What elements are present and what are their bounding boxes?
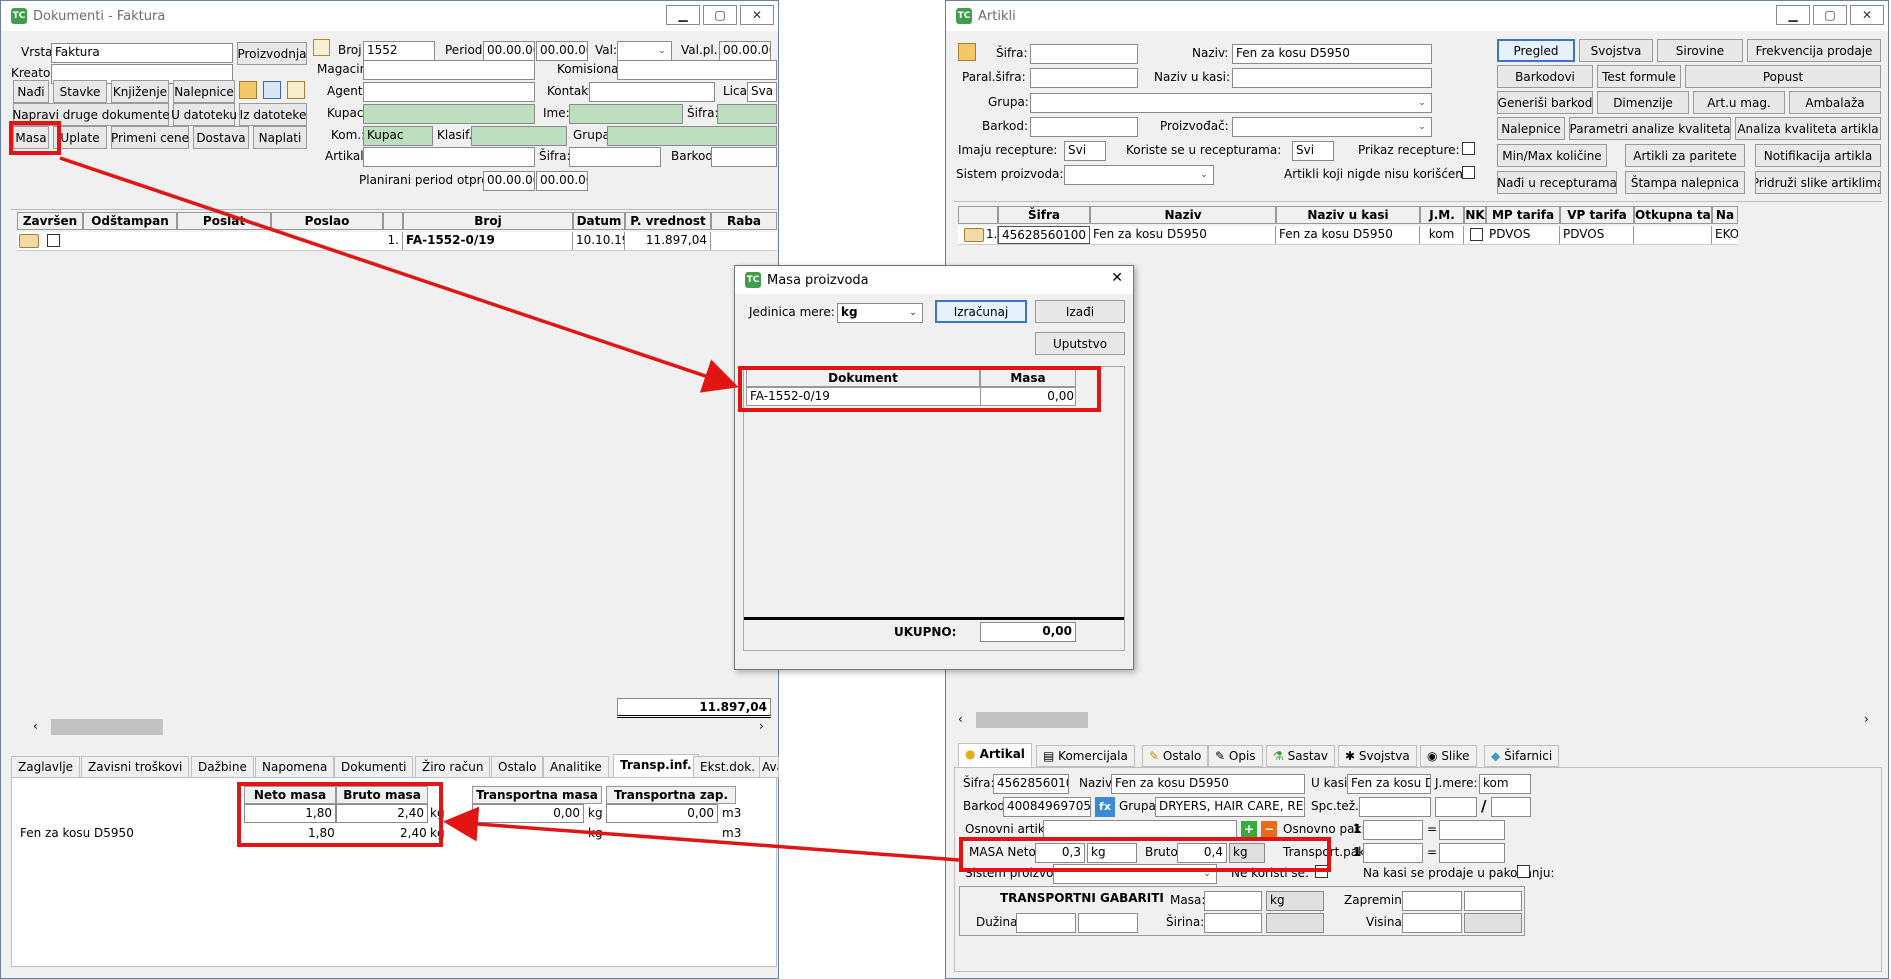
arrow-to-dialog bbox=[59, 156, 739, 393]
arrow-to-transp bbox=[443, 806, 960, 862]
annotation-arrows bbox=[59, 156, 960, 862]
